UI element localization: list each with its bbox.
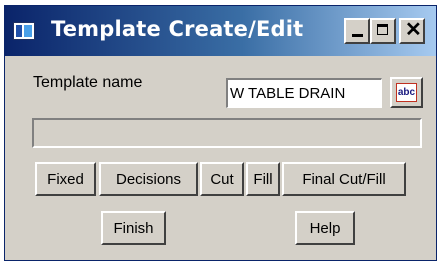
message-bar bbox=[32, 118, 422, 148]
minimize-icon bbox=[352, 34, 363, 37]
template-name-input[interactable] bbox=[226, 78, 382, 108]
template-create-edit-window: Template Create/Edit ✕ Template name abc… bbox=[4, 5, 437, 261]
fixed-button[interactable]: Fixed bbox=[35, 162, 96, 196]
template-name-label: Template name bbox=[33, 74, 143, 91]
title-bar[interactable]: Template Create/Edit ✕ bbox=[5, 6, 436, 56]
cut-button[interactable]: Cut bbox=[200, 162, 244, 196]
abc-icon: abc bbox=[396, 83, 417, 102]
finish-button[interactable]: Finish bbox=[101, 211, 166, 245]
help-button[interactable]: Help bbox=[295, 211, 355, 245]
final-cut-fill-button[interactable]: Final Cut/Fill bbox=[282, 162, 406, 196]
fill-button[interactable]: Fill bbox=[246, 162, 280, 196]
close-icon: ✕ bbox=[405, 19, 422, 41]
close-button[interactable]: ✕ bbox=[399, 18, 425, 44]
decisions-button[interactable]: Decisions bbox=[99, 162, 198, 196]
minimize-button[interactable] bbox=[344, 18, 370, 44]
window-title: Template Create/Edit bbox=[51, 17, 304, 41]
maximize-button[interactable] bbox=[370, 18, 396, 44]
app-icon bbox=[13, 22, 35, 40]
abc-picker-button[interactable]: abc bbox=[390, 77, 423, 108]
maximize-icon bbox=[377, 24, 388, 35]
